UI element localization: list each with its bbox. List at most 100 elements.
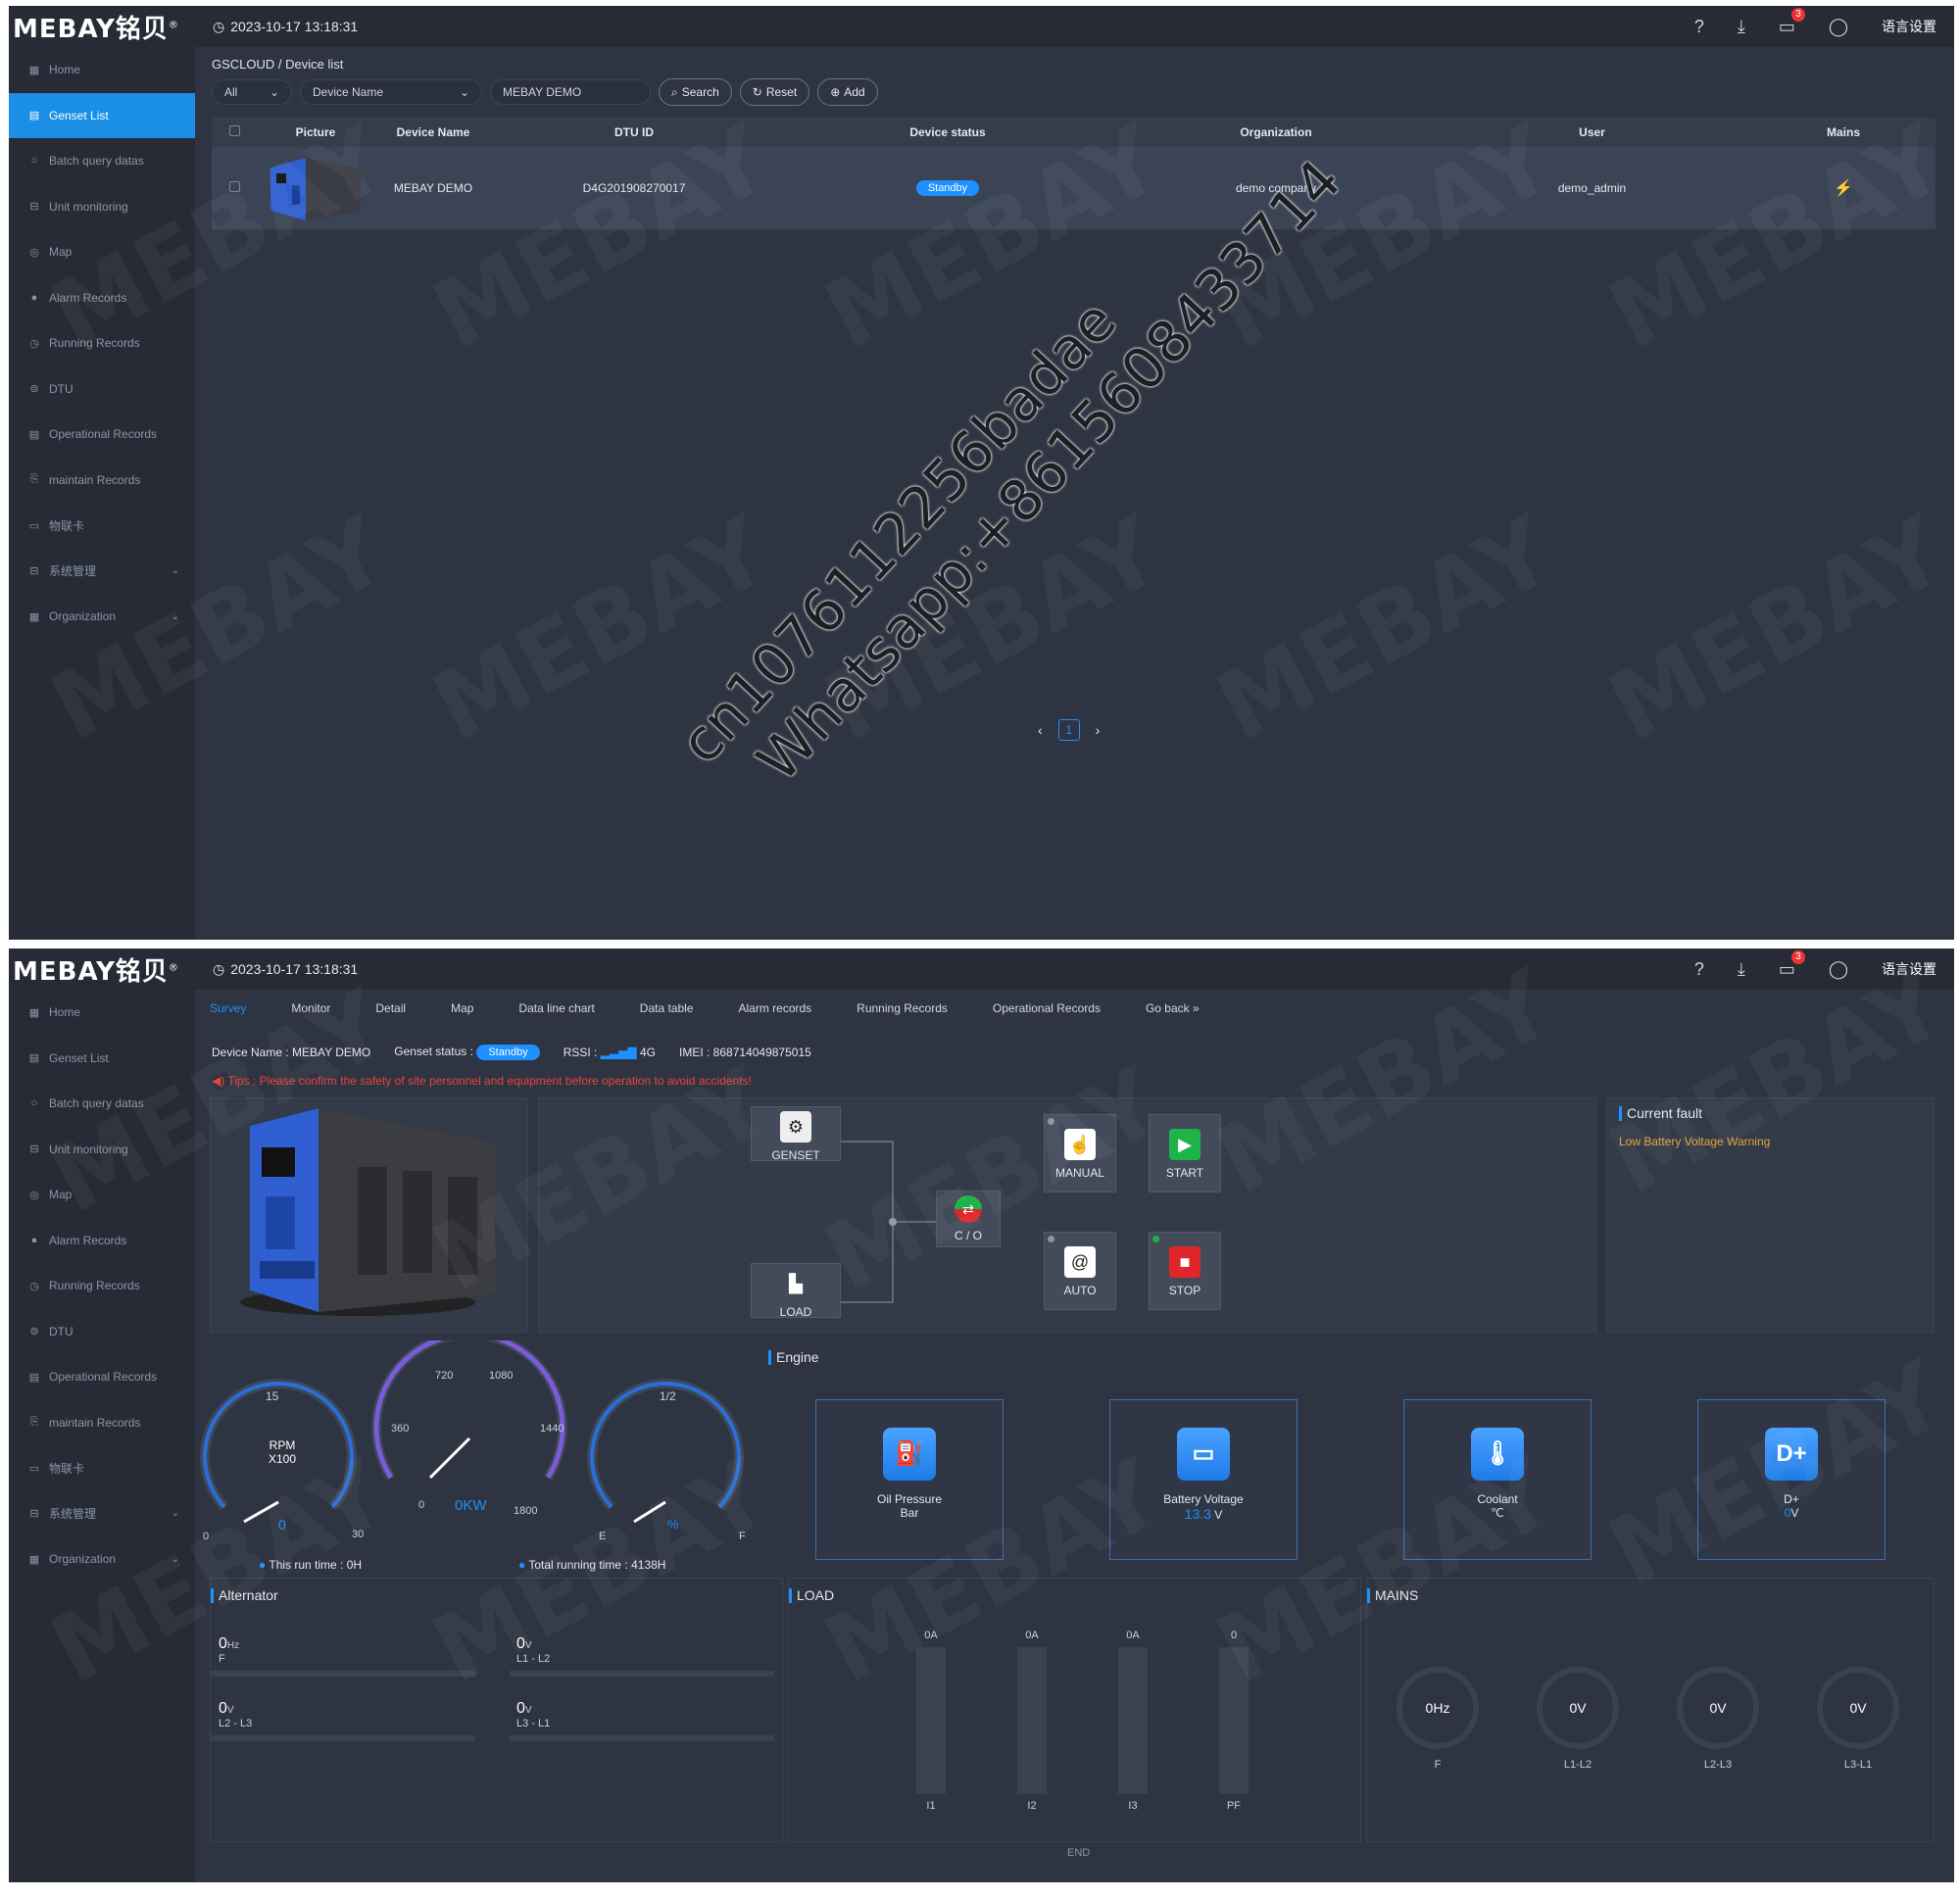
clock-icon: ◷	[213, 960, 225, 977]
col-picture: Picture	[295, 125, 336, 139]
thermometer-icon: 🌡	[1471, 1428, 1524, 1481]
sidebar-item-genset-list[interactable]: ▤ Genset List	[9, 1036, 195, 1082]
mains-l1-l2-label: L1-L2	[1563, 1759, 1592, 1771]
user-icon[interactable]: ◯	[1829, 959, 1848, 980]
clock-icon: ◷	[29, 1280, 39, 1292]
alarm-icon: ●	[30, 291, 38, 304]
sidebar-item-alarm-records[interactable]: ● Alarm Records	[9, 1218, 195, 1264]
help-icon[interactable]: ?	[1694, 959, 1704, 980]
tab-alarm-records[interactable]: Alarm records	[738, 1001, 811, 1015]
load-panel: LOAD 0A I1 0A I2 0A I3 0 PF	[788, 1578, 1361, 1842]
changeover-node[interactable]: ⇄ C / O	[936, 1191, 1001, 1247]
sidebar-item-home[interactable]: ▦ Home	[9, 47, 195, 93]
tab-data-line-chart[interactable]: Data line chart	[518, 1001, 594, 1015]
stop-button[interactable]: ■ STOP	[1149, 1232, 1221, 1310]
sidebar-item-home[interactable]: ▦ Home	[9, 990, 195, 1036]
logo: MEBAY铭贝®	[13, 14, 179, 44]
settings-icon: ⊟	[29, 1508, 39, 1521]
mains-l2-l3-label: L2-L3	[1703, 1759, 1733, 1771]
sidebar-item-genset-list[interactable]: ▤ Genset List	[9, 92, 195, 138]
sidebar-item-dtu[interactable]: ⊜ DTU	[9, 366, 195, 413]
speaker-icon: ◀)	[212, 1074, 225, 1088]
message-icon[interactable]: ▭ 3	[1779, 7, 1805, 37]
message-icon[interactable]: ▭ 3	[1779, 949, 1805, 980]
clock-icon: ◷	[29, 337, 39, 350]
alt-frequency: 0Hz F	[219, 1635, 240, 1665]
reset-button[interactable]: ↻ Reset	[739, 78, 810, 106]
dtu-icon: ⊜	[29, 383, 39, 396]
row-checkbox[interactable]	[228, 181, 240, 192]
chevron-right-icon[interactable]: ›	[1096, 722, 1101, 738]
genset-thumbnail[interactable]	[267, 156, 365, 220]
sidebar-item-operational-records[interactable]: ▤ Operational Records	[9, 1354, 195, 1400]
field-select[interactable]: Device Name ⌄	[300, 79, 482, 105]
language-settings[interactable]: 语言设置	[1882, 959, 1936, 979]
sidebar-item-organization[interactable]: ▦ Organization ⌄	[9, 1536, 195, 1582]
sidebar-item-operational-records[interactable]: ▤ Operational Records	[9, 412, 195, 458]
sidebar-item-dtu[interactable]: ⊜ DTU	[9, 1309, 195, 1355]
col-organization: Organization	[1240, 125, 1312, 139]
sidebar-item-batch-query[interactable]: ○ Batch query datas	[9, 138, 195, 184]
clock-icon: ◷	[213, 18, 225, 34]
oil-pressure-card: ⛽ Oil Pressure Bar	[815, 1399, 1004, 1560]
download-icon[interactable]: ⤓	[1738, 17, 1745, 37]
tab-monitor[interactable]: Monitor	[291, 1001, 330, 1015]
sidebar-item-running-records[interactable]: ◷ Running Records	[9, 1263, 195, 1309]
sidebar-item-iot-card[interactable]: ▭ 物联卡	[9, 503, 195, 549]
sidebar-item-system-management[interactable]: ⊟ 系统管理 ⌄	[9, 549, 195, 595]
auto-button[interactable]: @ AUTO	[1044, 1232, 1116, 1310]
search-button[interactable]: ⌕ Search	[659, 78, 732, 106]
user-icon[interactable]: ◯	[1829, 17, 1848, 37]
sidebar-item-iot-card[interactable]: ▭ 物联卡	[9, 1445, 195, 1491]
page-button[interactable]: 1	[1057, 719, 1080, 741]
current-fault-panel: Current fault Low Battery Voltage Warnin…	[1606, 1097, 1935, 1333]
hand-icon: ☝	[1064, 1129, 1096, 1160]
search-input[interactable]: MEBAY DEMO	[490, 79, 651, 105]
tab-detail[interactable]: Detail	[375, 1001, 406, 1015]
chevron-down-icon: ⌄	[269, 85, 279, 99]
table-row[interactable]: MEBAY DEMO D4G201908270017 Standby demo …	[212, 147, 1936, 229]
select-all-checkbox[interactable]	[228, 125, 240, 136]
sidebar-item-map[interactable]: ◎ Map	[9, 1172, 195, 1218]
tab-running-records[interactable]: Running Records	[857, 1001, 948, 1015]
sidebar-item-alarm-records[interactable]: ● Alarm Records	[9, 275, 195, 321]
col-user: User	[1579, 125, 1605, 139]
tab-data-table[interactable]: Data table	[640, 1001, 694, 1015]
sidebar-item-unit-monitoring[interactable]: ⊟ Unit monitoring	[9, 1127, 195, 1173]
start-button[interactable]: ▶ START	[1149, 1114, 1221, 1192]
alt-l3-l1: 0V L3 - L1	[516, 1700, 551, 1729]
sidebar-item-organization[interactable]: ▦ Organization ⌄	[9, 594, 195, 640]
sidebar-item-maintain-records[interactable]: ⎘ maintain Records	[9, 1400, 195, 1446]
help-icon[interactable]: ?	[1694, 17, 1704, 37]
this-run-time: ● This run time : 0H	[259, 1558, 363, 1572]
sidebar-item-batch-query[interactable]: ○ Batch query datas	[9, 1081, 195, 1127]
status-filter-select[interactable]: All ⌄	[212, 79, 292, 105]
dtu-id-cell: D4G201908270017	[582, 181, 686, 195]
chevron-left-icon[interactable]: ‹	[1038, 722, 1043, 738]
add-button[interactable]: ⊕ Add	[817, 78, 878, 106]
load-i3: 0A I3	[1103, 1629, 1162, 1812]
genset-image-panel	[210, 1097, 528, 1333]
manual-button[interactable]: ☝ MANUAL	[1044, 1114, 1116, 1192]
tab-go-back[interactable]: Go back »	[1146, 1001, 1200, 1015]
alternator-panel: Alternator 0Hz F 0V L1 - L2 0V L2 - L3 0V L3…	[210, 1578, 783, 1842]
language-settings[interactable]: 语言设置	[1882, 17, 1936, 36]
sidebar-item-map[interactable]: ◎ Map	[9, 229, 195, 275]
sidebar-item-unit-monitoring[interactable]: ⊟ Unit monitoring	[9, 184, 195, 230]
datetime: ◷ 2023-10-17 13:18:31	[213, 960, 359, 978]
download-icon[interactable]: ⤓	[1738, 959, 1745, 980]
load-pf: 0 PF	[1204, 1629, 1263, 1812]
sidebar-item-maintain-records[interactable]: ⎘ maintain Records	[9, 458, 195, 504]
tab-survey[interactable]: Survey	[210, 1001, 246, 1015]
auto-icon: @	[1064, 1246, 1096, 1278]
sidebar-item-system-management[interactable]: ⊟ 系统管理 ⌄	[9, 1491, 195, 1537]
top-bar: MEBAY铭贝® ◷ 2023-10-17 13:18:31 ? ⤓ ▭ 3 ◯ 语…	[9, 6, 1954, 47]
tab-map[interactable]: Map	[451, 1001, 473, 1015]
device-info-bar: Device Name : MEBAY DEMO Genset status :…	[212, 1045, 811, 1060]
load-i2: 0A I2	[1003, 1629, 1061, 1812]
total-running-time: ● Total running time : 4138H	[518, 1558, 666, 1572]
sidebar-item-running-records[interactable]: ◷ Running Records	[9, 320, 195, 366]
alt-l2-l3: 0V L2 - L3	[219, 1700, 253, 1729]
tab-operational-records[interactable]: Operational Records	[993, 1001, 1101, 1015]
power-tick-360: 360	[391, 1423, 410, 1435]
